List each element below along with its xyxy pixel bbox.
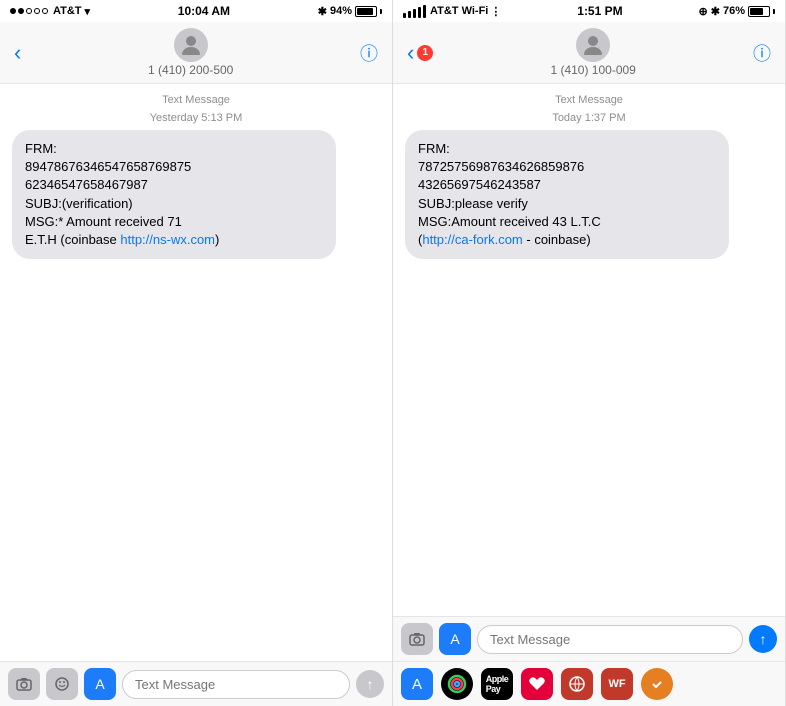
status-bar-2: AT&T Wi-Fi ⋮ 1:51 PM ⊕ ✱ 76% (393, 0, 785, 22)
phone-screen-2: AT&T Wi-Fi ⋮ 1:51 PM ⊕ ✱ 76% ‹ 1 (393, 0, 786, 706)
msg-label-1: Text Message (12, 94, 380, 106)
bar4 (418, 7, 421, 18)
dock-heartrate[interactable] (521, 668, 553, 700)
battery-pct-2: 76% (723, 5, 745, 17)
app-dock-2: A ApplePay WF (393, 661, 785, 706)
status-left-2: AT&T Wi-Fi ⋮ (403, 5, 501, 18)
message-area-1: Text Message Yesterday 5:13 PM FRM:89478… (0, 84, 392, 661)
bar3 (413, 9, 416, 18)
message-bubble-2: FRM:787257569876346268598764326569754624… (405, 130, 729, 259)
carrier-2: AT&T Wi-Fi (430, 5, 488, 17)
msg-timestamp-2: Today 1:37 PM (405, 112, 773, 124)
msg-timestamp-1: Yesterday 5:13 PM (12, 112, 380, 124)
chevron-left-icon-1: ‹ (14, 40, 21, 66)
nav-bar-1: ‹ 1 (410) 200-500 ⓘ (0, 22, 392, 84)
message-bubble-1: FRM:894786763465476587698756234654765846… (12, 130, 336, 259)
bubble-text-2: FRM:787257569876346268598764326569754624… (418, 141, 601, 247)
camera-icon-2[interactable] (401, 623, 433, 655)
bubble-text-1: FRM:894786763465476587698756234654765846… (25, 141, 219, 247)
signal-dots-1 (10, 8, 48, 14)
avatar-2[interactable] (576, 28, 610, 62)
dock-appstore[interactable]: A (401, 668, 433, 700)
chevron-left-icon-2: ‹ (407, 40, 414, 66)
input-bar-2: A ↑ (393, 616, 785, 661)
phone-screen-1: AT&T ▾ 10:04 AM ✱ 94% ‹ 1 (410) 200-500 (0, 0, 393, 706)
dot2 (18, 8, 24, 14)
wifi-icon-2: ⋮ (490, 5, 501, 18)
signal-bars-2 (403, 5, 426, 18)
bar2 (408, 11, 411, 18)
dock-activity[interactable] (441, 668, 473, 700)
bluetooth-icon-2: ✱ (711, 5, 720, 18)
dot4 (34, 8, 40, 14)
battery-1 (355, 6, 377, 17)
dock-globe[interactable] (561, 668, 593, 700)
nav-phone-1: 1 (410) 200-500 (148, 63, 233, 77)
status-left-1: AT&T ▾ (10, 5, 90, 18)
nav-phone-2: 1 (410) 100-009 (550, 63, 635, 77)
dot3 (26, 8, 32, 14)
bar1 (403, 13, 406, 18)
battery-pct-1: 94% (330, 5, 352, 17)
back-button-1[interactable]: ‹ (14, 40, 21, 66)
signal-bars-1: ▾ (85, 5, 91, 18)
dot1 (10, 8, 16, 14)
appstore-icon-2[interactable]: A (439, 623, 471, 655)
send-button-1[interactable]: ↑ (356, 670, 384, 698)
camera-icon-1[interactable] (8, 668, 40, 700)
bluetooth-icon-1: ✱ (318, 5, 327, 18)
focus-icon-2: ⊕ (699, 5, 708, 18)
nav-center-2: 1 (410) 100-009 (550, 28, 635, 77)
dock-orange[interactable] (641, 668, 673, 700)
back-button-2[interactable]: ‹ 1 (407, 40, 433, 66)
bar5 (423, 5, 426, 18)
battery-tip-1 (380, 9, 382, 14)
dock-applepay[interactable]: ApplePay (481, 668, 513, 700)
status-right-1: ✱ 94% (318, 5, 382, 18)
carrier-1: AT&T (53, 5, 82, 17)
time-2: 1:51 PM (577, 4, 622, 18)
status-bar-1: AT&T ▾ 10:04 AM ✱ 94% (0, 0, 392, 22)
appstore-icon-1[interactable]: A (84, 668, 116, 700)
sticker-icon-1[interactable] (46, 668, 78, 700)
back-badge-2: 1 (417, 45, 433, 61)
info-button-1[interactable]: ⓘ (360, 40, 378, 66)
message-area-2: Text Message Today 1:37 PM FRM:787257569… (393, 84, 785, 616)
msg-label-2: Text Message (405, 94, 773, 106)
battery-2 (748, 6, 770, 17)
avatar-1[interactable] (174, 28, 208, 62)
input-bar-1: A ↑ (0, 661, 392, 706)
nav-bar-2: ‹ 1 1 (410) 100-009 ⓘ (393, 22, 785, 84)
bubble-link-1[interactable]: http://ns-wx.com (120, 232, 215, 247)
battery-fill-2 (750, 8, 763, 15)
battery-fill-1 (357, 8, 373, 15)
dot5 (42, 8, 48, 14)
bubble-link-2[interactable]: http://ca-fork.com (422, 232, 522, 247)
text-input-1[interactable] (122, 670, 350, 699)
status-right-2: ⊕ ✱ 76% (699, 5, 775, 18)
nav-center-1: 1 (410) 200-500 (148, 28, 233, 77)
time-1: 10:04 AM (178, 4, 230, 18)
send-button-2[interactable]: ↑ (749, 625, 777, 653)
battery-tip-2 (773, 9, 775, 14)
info-button-2[interactable]: ⓘ (753, 40, 771, 66)
dock-wf[interactable]: WF (601, 668, 633, 700)
text-input-2[interactable] (477, 625, 743, 654)
